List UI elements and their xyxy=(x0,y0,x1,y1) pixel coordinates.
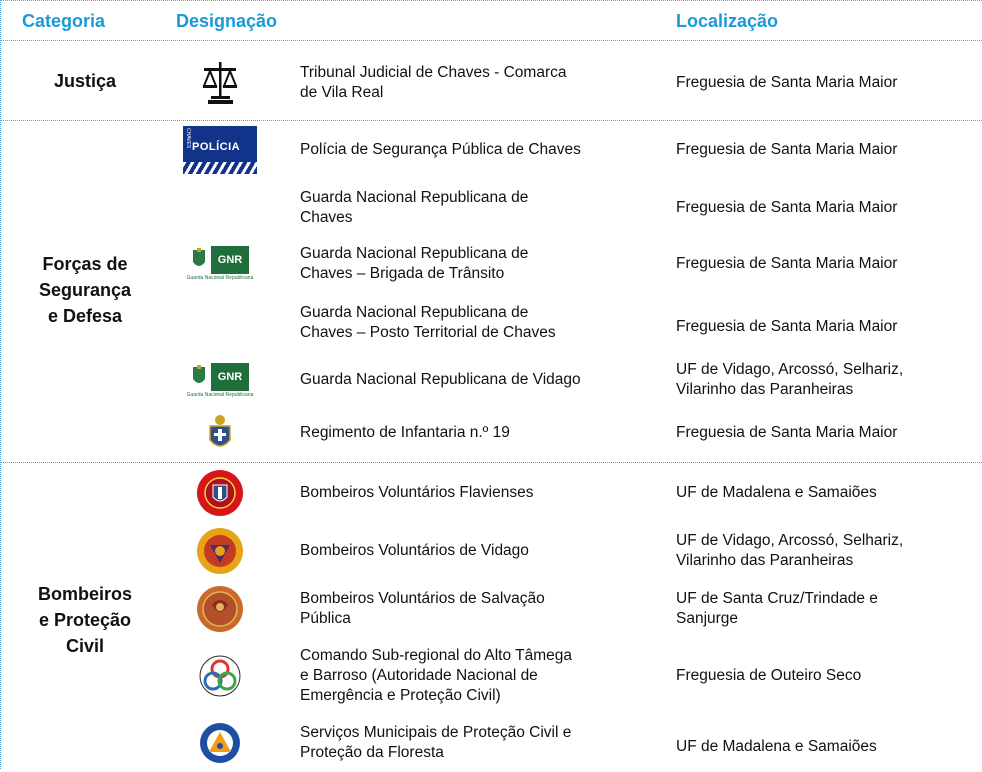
policia-logo-icon: CHAVES POLÍCIA xyxy=(165,123,275,177)
table-row: Guarda Nacional Republicana de Chaves Fr… xyxy=(165,181,980,235)
header-designacao: Designação xyxy=(176,11,278,31)
category-line: Forças de xyxy=(42,254,128,274)
designacao-line: Emergência e Proteção Civil) xyxy=(300,687,501,704)
localizacao-cell: UF de Santa Cruz/Trindade e Sanjurge xyxy=(676,581,976,637)
designacao-line: Comando Sub-regional do Alto Tâmega xyxy=(300,647,572,664)
designacao-cell: Tribunal Judicial de Chaves - Comarca de… xyxy=(300,55,645,110)
table-row: Comando Sub-regional do Alto Tâmega e Ba… xyxy=(165,640,980,712)
localizacao-line: Freguesia de Santa Maria Maior xyxy=(676,141,898,158)
gnr-vidago-logo-icon: GNR Guarda Nacional Republicana xyxy=(165,353,275,407)
table-row: Guarda Nacional Republicana de Chaves – … xyxy=(165,237,980,291)
category-line: Civil xyxy=(65,636,104,656)
localizacao-cell: UF de Vidago, Arcossó, Selhariz, Vilarin… xyxy=(676,523,976,579)
designacao-line: Chaves – Brigada de Trânsito xyxy=(300,265,505,282)
page: Categoria Designação Localização Justiça… xyxy=(0,0,982,769)
category-line: Segurança xyxy=(38,280,132,300)
left-border xyxy=(0,0,1,769)
localizacao-line: UF de Madalena e Samaiões xyxy=(676,738,877,755)
designacao-cell: Comando Sub-regional do Alto Tâmega e Ba… xyxy=(300,640,645,712)
designacao-cell: Guarda Nacional Republicana de Chaves – … xyxy=(300,296,645,350)
category-justica: Justiça xyxy=(53,71,117,91)
localizacao-cell: Freguesia de Santa Maria Maior xyxy=(676,300,976,354)
designacao-line: Bombeiros Voluntários Flavienses xyxy=(300,484,534,501)
designacao-line: Regimento de Infantaria n.º 19 xyxy=(300,424,510,441)
table-row: GNR Guarda Nacional Republicana Guarda N… xyxy=(165,353,980,407)
header-divider xyxy=(0,40,982,41)
localizacao-cell: Freguesia de Santa Maria Maior xyxy=(676,237,976,291)
localizacao-cell: Freguesia de Outeiro Seco xyxy=(676,640,976,712)
bombeiros-vidago-logo-icon xyxy=(165,523,275,579)
localizacao-cell: UF de Madalena e Samaiões xyxy=(676,465,976,521)
table-row: CHAVES POLÍCIA Polícia de Segurança Públ… xyxy=(165,123,980,177)
designacao-cell: Bombeiros Voluntários Flavienses xyxy=(300,465,645,521)
table-row: Regimento de Infantaria n.º 19 Freguesia… xyxy=(165,410,980,456)
designacao-line: Pública xyxy=(300,610,351,627)
table-row: Tribunal Judicial de Chaves - Comarca de… xyxy=(165,55,980,110)
designacao-line: Chaves – Posto Territorial de Chaves xyxy=(300,324,556,341)
designacao-line: Guarda Nacional Republicana de Vidago xyxy=(300,371,581,388)
designacao-cell: Regimento de Infantaria n.º 19 xyxy=(300,410,645,456)
table-row: Guarda Nacional Republicana de Chaves – … xyxy=(165,296,980,350)
regiment-crest-icon xyxy=(165,410,275,456)
localizacao-line: Sanjurge xyxy=(676,610,739,627)
table-row: Bombeiros Voluntários de Vidago UF de Vi… xyxy=(165,523,980,579)
designacao-cell: Serviços Municipais de Proteção Civil e … xyxy=(300,718,645,768)
designacao-line: Chaves xyxy=(300,209,353,226)
designacao-line: Tribunal Judicial de Chaves - Comarca xyxy=(300,63,567,81)
header-categoria: Categoria xyxy=(22,11,106,31)
designacao-line: Polícia de Segurança Pública de Chaves xyxy=(300,141,581,158)
localizacao-line: Freguesia de Santa Maria Maior xyxy=(676,318,898,335)
justica-divider xyxy=(0,120,982,121)
designacao-line: e Barroso (Autoridade Nacional de xyxy=(300,667,538,684)
table-row: Bombeiros Voluntários Flavienses UF de M… xyxy=(165,465,980,521)
top-border xyxy=(0,0,982,1)
localizacao-cell: Freguesia de Santa Maria Maior xyxy=(676,181,976,235)
designacao-line: Proteção da Floresta xyxy=(300,744,444,761)
protecao-civil-logo-icon xyxy=(165,718,275,768)
localizacao-line: Freguesia de Outeiro Seco xyxy=(676,667,862,684)
localizacao-cell: Freguesia de Santa Maria Maior xyxy=(676,55,976,110)
designacao-line: de Vila Real xyxy=(300,83,384,101)
localizacao-line: Freguesia de Santa Maria Maior xyxy=(676,73,898,91)
localizacao-line: Freguesia de Santa Maria Maior xyxy=(676,199,898,216)
table-row: Serviços Municipais de Proteção Civil e … xyxy=(165,718,980,768)
designacao-line: Serviços Municipais de Proteção Civil e xyxy=(300,724,572,741)
bombeiros-flavienses-logo-icon xyxy=(165,465,275,521)
localizacao-line: Freguesia de Santa Maria Maior xyxy=(676,424,898,441)
category-line: e Defesa xyxy=(47,306,123,326)
localizacao-cell: UF de Vidago, Arcossó, Selhariz, Vilarin… xyxy=(676,353,976,407)
designacao-cell: Polícia de Segurança Pública de Chaves xyxy=(300,123,645,177)
bombeiros-salvacao-publica-logo-icon xyxy=(165,581,275,637)
localizacao-cell: Freguesia de Santa Maria Maior xyxy=(676,123,976,177)
localizacao-line: Freguesia de Santa Maria Maior xyxy=(676,255,898,272)
designacao-cell: Guarda Nacional Republicana de Chaves xyxy=(300,181,645,235)
designacao-line: Guarda Nacional Republicana de xyxy=(300,304,529,321)
category-line: e Proteção xyxy=(38,610,132,630)
designacao-cell: Bombeiros Voluntários de Vidago xyxy=(300,523,645,579)
designacao-line: Guarda Nacional Republicana de xyxy=(300,245,529,262)
designacao-line: Bombeiros Voluntários de Salvação xyxy=(300,590,545,607)
localizacao-cell: Freguesia de Santa Maria Maior xyxy=(676,410,976,456)
localizacao-cell: UF de Madalena e Samaiões xyxy=(676,722,976,772)
category-line: Bombeiros xyxy=(37,584,133,604)
designacao-line: Guarda Nacional Republicana de xyxy=(300,189,529,206)
table-row: Bombeiros Voluntários de Salvação Públic… xyxy=(165,581,980,637)
designacao-line: Bombeiros Voluntários de Vidago xyxy=(300,542,529,559)
localizacao-line: UF de Santa Cruz/Trindade e xyxy=(676,590,878,607)
designacao-cell: Bombeiros Voluntários de Salvação Públic… xyxy=(300,581,645,637)
localizacao-line: Vilarinho das Paranheiras xyxy=(676,552,854,569)
anepc-logo-icon xyxy=(165,640,275,712)
category-forcas: Forças de Segurança e Defesa xyxy=(10,251,160,329)
localizacao-line: Vilarinho das Paranheiras xyxy=(676,381,854,398)
designacao-cell: Guarda Nacional Republicana de Vidago xyxy=(300,353,645,407)
localizacao-line: UF de Vidago, Arcossó, Selhariz, xyxy=(676,361,904,378)
localizacao-line: UF de Vidago, Arcossó, Selhariz, xyxy=(676,532,904,549)
scales-of-justice-icon xyxy=(165,55,275,110)
designacao-cell: Guarda Nacional Republicana de Chaves – … xyxy=(300,237,645,291)
header-localizacao: Localização xyxy=(676,11,779,31)
category-bombeiros: Bombeiros e Proteção Civil xyxy=(10,581,160,659)
forcas-divider xyxy=(0,462,982,463)
localizacao-line: UF de Madalena e Samaiões xyxy=(676,484,877,501)
